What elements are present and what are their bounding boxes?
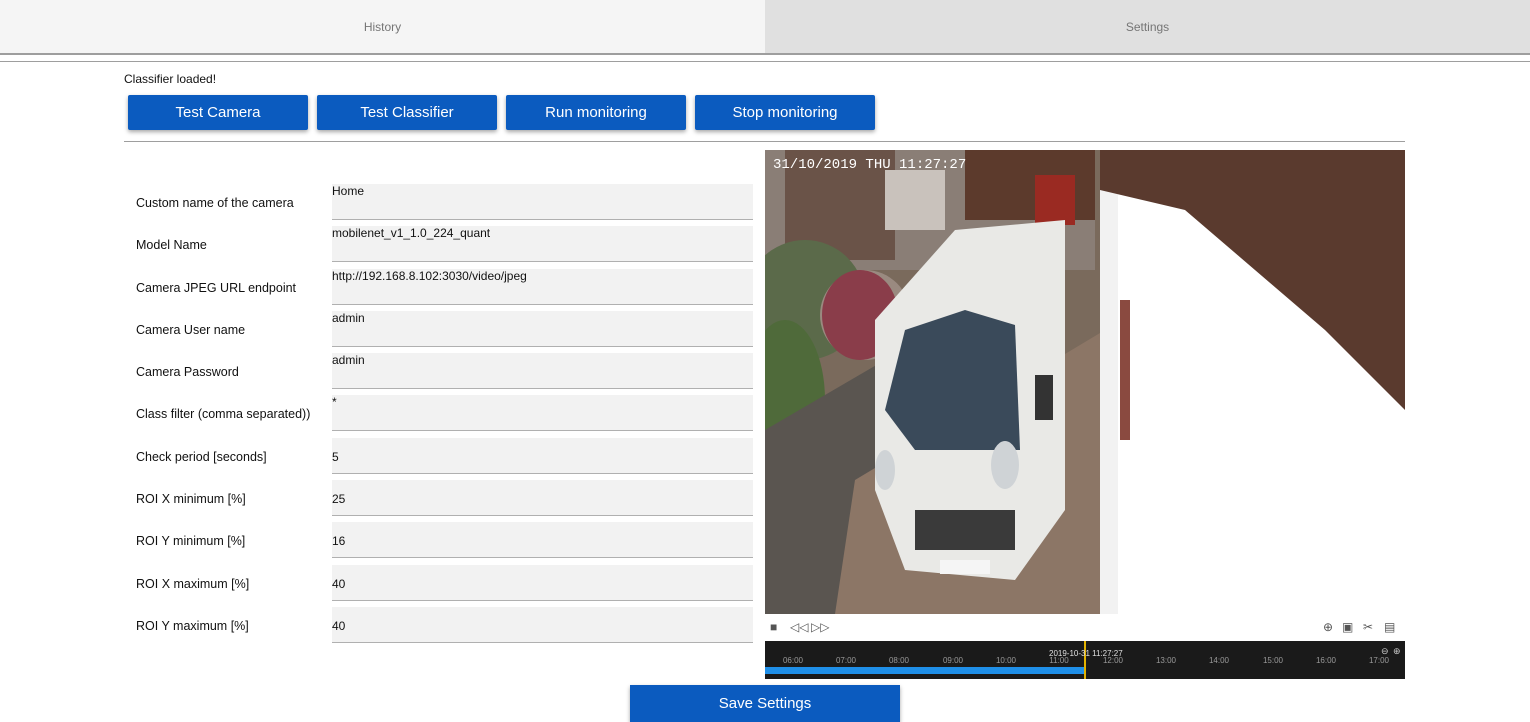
timeline-hour: 16:00: [1315, 656, 1337, 665]
form-row-camera-user: Camera User name admin: [124, 310, 754, 353]
roi-x-max-value: 40: [332, 576, 346, 591]
class-filter-label: Class filter (comma separated)): [136, 407, 311, 422]
camera-user-input[interactable]: admin: [332, 310, 753, 347]
stop-icon[interactable]: ■: [770, 620, 777, 634]
roi-y-min-input[interactable]: 16: [332, 522, 753, 559]
status-message: Classifier loaded!: [124, 72, 217, 86]
roi-x-max-label: ROI X maximum [%]: [136, 576, 250, 591]
timeline-hour: 15:00: [1262, 656, 1284, 665]
camera-url-label: Camera JPEG URL endpoint: [136, 280, 297, 295]
camera-name-label: Custom name of the camera: [136, 196, 294, 210]
roi-y-max-value: 40: [332, 618, 346, 633]
zoom-in-icon[interactable]: ⊕: [1393, 646, 1401, 657]
check-period-input[interactable]: 5: [332, 437, 753, 474]
tab-bar: History Settings: [0, 0, 1530, 53]
timeline-hour: 10:00: [995, 656, 1017, 665]
save-settings-button[interactable]: Save Settings: [630, 685, 900, 722]
form-row-camera-name: Custom name of the camera Home: [124, 184, 754, 226]
timeline-hour: 12:00: [1102, 656, 1124, 665]
prev-frame-icon[interactable]: ◁◁: [790, 620, 808, 634]
form-row-camera-url: Camera JPEG URL endpoint http://192.168.…: [124, 268, 754, 311]
timeline-cursor[interactable]: [1084, 641, 1086, 679]
camera-user-value: admin: [332, 310, 365, 325]
timeline-hour: 13:00: [1155, 656, 1177, 665]
action-buttons: Test Camera Test Classifier Run monitori…: [128, 95, 875, 130]
form-row-class-filter: Class filter (comma separated)) *: [124, 395, 754, 437]
settings-form: Custom name of the camera Home Model Nam…: [124, 184, 754, 649]
camera-user-label: Camera User name: [136, 322, 246, 337]
roi-y-max-input[interactable]: 40: [332, 606, 753, 643]
camera-preview: 31/10/2019 THU 11:27:27: [765, 150, 1405, 614]
camera-osd-timestamp: 31/10/2019 THU 11:27:27: [773, 157, 966, 173]
timeline-hour: 14:00: [1208, 656, 1230, 665]
roi-x-min-value: 25: [332, 492, 346, 507]
check-period-value: 5: [332, 449, 339, 464]
timeline-hour: 08:00: [888, 656, 910, 665]
timeline-hour: 06:00: [782, 656, 804, 665]
zoom-icon[interactable]: ⊕: [1323, 620, 1333, 634]
camera-password-label: Camera Password: [136, 365, 239, 380]
camera-name-value: Home: [332, 184, 365, 198]
form-row-roi-y-min: ROI Y minimum [%] 16: [124, 522, 754, 564]
timeline-hour: 11:00: [1049, 656, 1069, 665]
roi-y-min-value: 16: [332, 534, 346, 549]
model-name-value: mobilenet_v1_1.0_224_quant: [332, 226, 491, 241]
tab-settings[interactable]: Settings: [765, 0, 1530, 53]
run-monitoring-button[interactable]: Run monitoring: [506, 95, 686, 130]
form-row-camera-password: Camera Password admin: [124, 353, 754, 395]
model-name-input[interactable]: mobilenet_v1_1.0_224_quant: [332, 226, 753, 263]
camera-url-value: http://192.168.8.102:3030/video/jpeg: [332, 268, 527, 283]
next-frame-icon[interactable]: ▷▷: [811, 620, 829, 634]
download-icon[interactable]: ▤: [1384, 620, 1395, 634]
form-row-roi-x-min: ROI X minimum [%] 25: [124, 480, 754, 522]
form-row-roi-x-max: ROI X maximum [%] 40: [124, 564, 754, 607]
roi-x-max-input[interactable]: 40: [332, 564, 753, 601]
tab-history[interactable]: History: [0, 0, 765, 53]
timeline-recorded-bar: [765, 667, 1085, 674]
tab-divider: [0, 53, 1530, 55]
snapshot-icon[interactable]: ▣: [1342, 620, 1353, 634]
test-classifier-button[interactable]: Test Classifier: [317, 95, 497, 130]
timeline-hour: 17:00: [1368, 656, 1390, 665]
form-row-model-name: Model Name mobilenet_v1_1.0_224_quant: [124, 226, 754, 268]
test-camera-button[interactable]: Test Camera: [128, 95, 308, 130]
class-filter-input[interactable]: *: [332, 395, 753, 432]
timeline-hour: 09:00: [942, 656, 964, 665]
camera-name-input[interactable]: Home: [332, 184, 753, 220]
camera-image: 31/10/2019 THU 11:27:27: [765, 150, 1405, 614]
camera-password-input[interactable]: admin: [332, 353, 753, 390]
check-period-label: Check period [seconds]: [136, 449, 267, 464]
playback-timeline[interactable]: 2019-10-31 11:27:27 06:00 07:00 08:00 09…: [765, 641, 1405, 679]
player-controls: ■ ◁◁ ▷▷ ⊕ ▣ ✂ ▤: [765, 614, 1405, 641]
form-row-check-period: Check period [seconds] 5: [124, 437, 754, 480]
roi-y-min-label: ROI Y minimum [%]: [136, 534, 246, 549]
stop-monitoring-button[interactable]: Stop monitoring: [695, 95, 875, 130]
timeline-hour: 07:00: [835, 656, 857, 665]
model-name-label: Model Name: [136, 238, 207, 253]
class-filter-value: *: [332, 395, 337, 410]
zoom-out-icon[interactable]: ⊖: [1381, 646, 1389, 657]
camera-url-input[interactable]: http://192.168.8.102:3030/video/jpeg: [332, 268, 753, 305]
camera-password-value: admin: [332, 353, 365, 368]
section-divider: [124, 141, 1405, 142]
clip-icon[interactable]: ✂: [1363, 620, 1373, 634]
roi-y-max-label: ROI Y maximum [%]: [136, 618, 249, 633]
form-row-roi-y-max: ROI Y maximum [%] 40: [124, 606, 754, 649]
roi-x-min-input[interactable]: 25: [332, 480, 753, 517]
tab-divider-lower: [0, 61, 1530, 62]
roi-x-min-label: ROI X minimum [%]: [136, 492, 246, 507]
